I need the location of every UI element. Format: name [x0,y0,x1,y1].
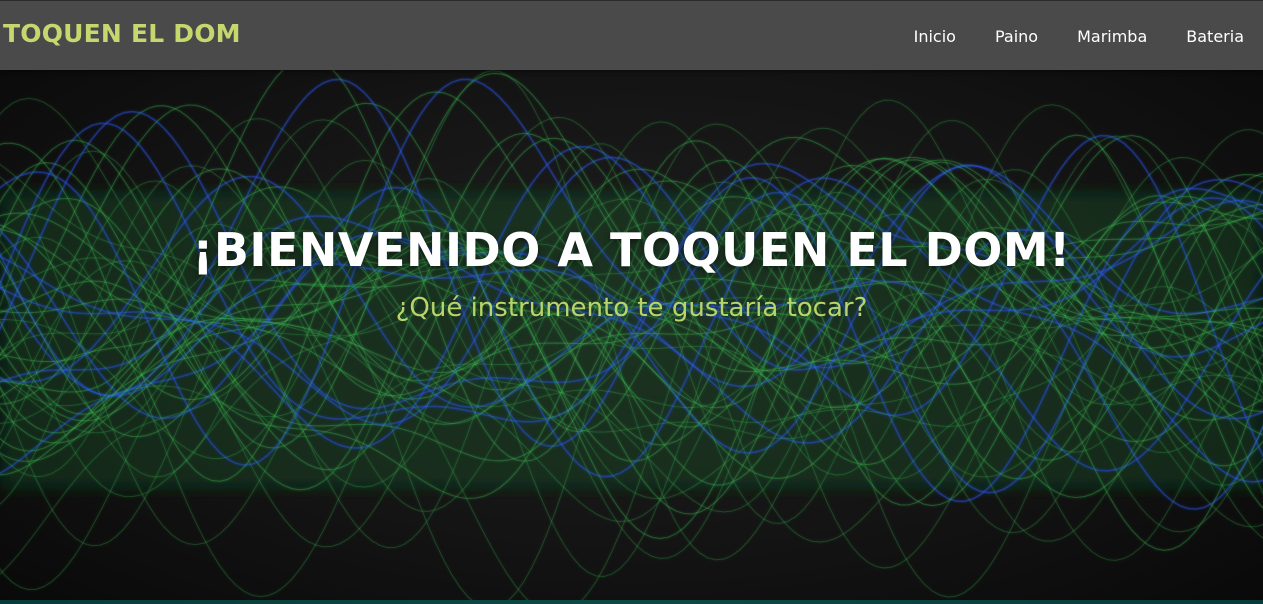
main-nav: Inicio Paino Marimba Bateria [894,1,1263,71]
hero-bottom-border [0,600,1263,604]
nav-link-inicio[interactable]: Inicio [894,27,975,46]
brand-logo-link[interactable]: TOQUEN EL DOM [3,19,241,48]
nav-link-marimba[interactable]: Marimba [1057,27,1166,46]
hero-subtitle: ¿Qué instrumento te gustaría tocar? [395,293,868,323]
nav-link-bateria[interactable]: Bateria [1166,27,1263,46]
hero-title: ¡BIENVENIDO A TOQUEN EL DOM! [192,223,1071,277]
sound-wave-background-image [0,70,1263,604]
top-navbar: TOQUEN EL DOM Inicio Paino Marimba Bater… [0,0,1263,70]
nav-link-paino[interactable]: Paino [975,27,1057,46]
hero-section: ¡BIENVENIDO A TOQUEN EL DOM! ¿Qué instru… [0,70,1263,604]
